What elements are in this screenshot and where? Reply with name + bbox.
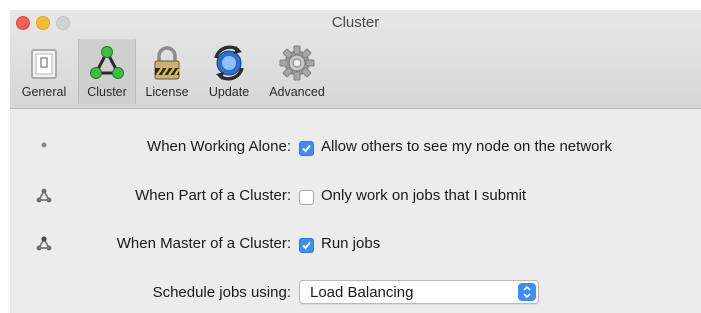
select-arrows-icon[interactable] — [518, 283, 536, 301]
tab-label: License — [145, 85, 189, 99]
small-cluster-icon — [36, 188, 52, 203]
tab-cluster[interactable]: Cluster — [78, 39, 136, 104]
schedule-select[interactable]: Load Balancing — [299, 280, 539, 304]
tab-advanced[interactable]: Advanced — [262, 39, 332, 104]
master-of-cluster-label: When Master of a Cluster: — [116, 235, 291, 252]
tab-general[interactable]: General — [12, 39, 76, 104]
lock-icon — [154, 46, 180, 80]
general-icon — [31, 49, 57, 79]
gear-icon — [279, 45, 315, 81]
part-of-cluster-label: When Part of a Cluster: — [135, 187, 291, 204]
master-cluster-icon — [36, 236, 52, 251]
tab-label: Advanced — [269, 85, 325, 99]
window-title: Cluster — [331, 14, 380, 31]
schedule-select-value: Load Balancing — [310, 284, 414, 301]
tab-label: General — [21, 85, 67, 99]
checkmark-icon — [302, 241, 311, 250]
run-jobs-text[interactable]: Run jobs — [321, 235, 380, 252]
preferences-window: Cluster General Cluster License Update A… — [10, 10, 701, 313]
tab-update[interactable]: Update — [200, 39, 258, 104]
update-icon — [214, 45, 244, 81]
run-jobs-checkbox[interactable] — [299, 238, 314, 253]
allow-others-checkbox[interactable] — [299, 141, 314, 156]
checkmark-icon — [302, 144, 311, 153]
tab-license[interactable]: License — [138, 39, 196, 104]
working-alone-label: When Working Alone: — [147, 138, 291, 155]
single-node-icon — [41, 142, 47, 148]
only-my-jobs-text[interactable]: Only work on jobs that I submit — [321, 187, 526, 204]
tab-label: Cluster — [87, 85, 127, 99]
only-my-jobs-checkbox[interactable] — [299, 190, 314, 205]
toolbar: Cluster General Cluster License Update A… — [10, 10, 701, 109]
tab-label: Update — [208, 85, 250, 99]
allow-others-text[interactable]: Allow others to see my node on the netwo… — [321, 138, 612, 155]
cluster-icon — [90, 46, 124, 79]
schedule-label: Schedule jobs using: — [152, 284, 291, 301]
